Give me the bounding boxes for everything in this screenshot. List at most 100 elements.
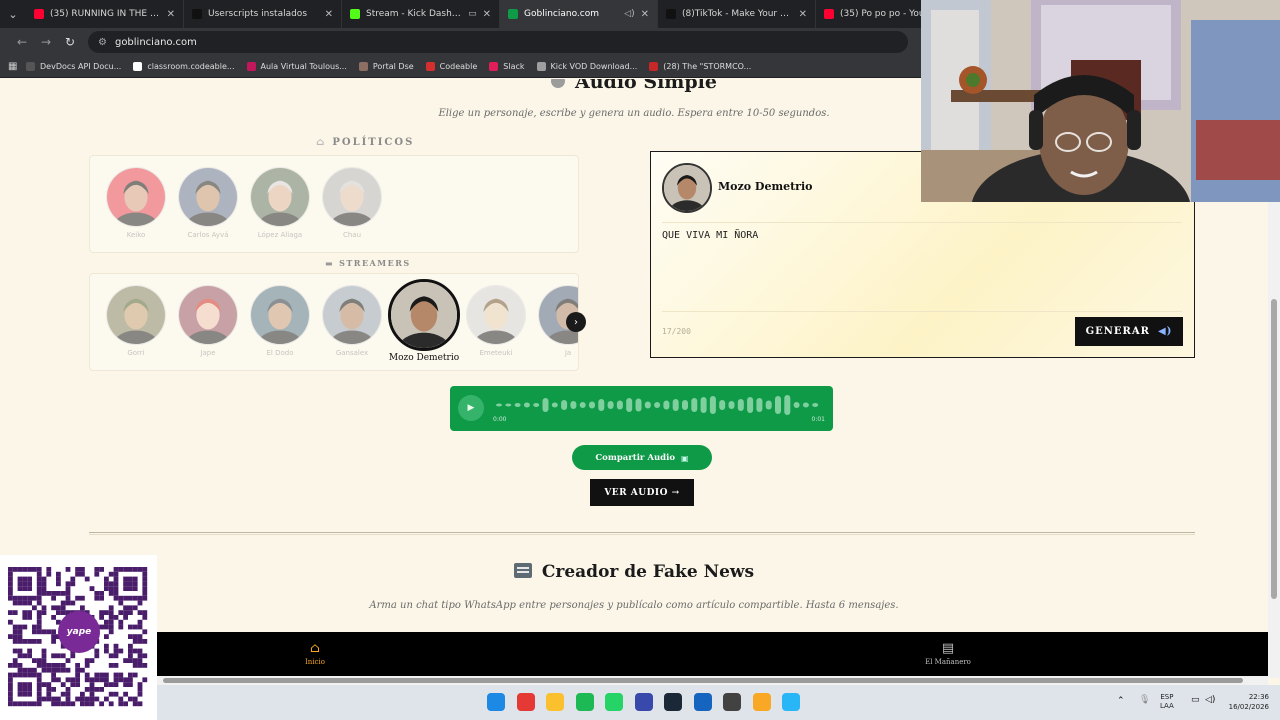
- close-tab-icon[interactable]: ✕: [641, 9, 649, 20]
- bookmark-label: Codeable: [439, 62, 478, 71]
- url-input[interactable]: ⚙ goblinciano.com: [88, 31, 908, 53]
- windows-start-icon[interactable]: [487, 693, 505, 711]
- nav-home[interactable]: ⌂ Inicio: [300, 641, 330, 666]
- character-avatar[interactable]: López Aliaga: [248, 167, 312, 239]
- bookmark-label: DevDocs API Docu...: [40, 62, 122, 71]
- play-icon[interactable]: ▶: [458, 395, 484, 421]
- tab-favicon-icon: [666, 9, 676, 19]
- streamers-group: Gorri Jape El Dodo Gansalex Mozo Demetrio Eme…: [89, 273, 579, 371]
- character-avatar[interactable]: Keiko: [104, 167, 168, 239]
- bookmark-item[interactable]: Kick VOD Download...: [536, 62, 637, 71]
- microphone-icon[interactable]: 🎙: [1139, 695, 1150, 705]
- bookmark-item[interactable]: DevDocs API Docu...: [26, 62, 121, 71]
- app-yellow-icon[interactable]: [752, 693, 771, 711]
- character-avatar[interactable]: Jape: [176, 285, 240, 357]
- spotify-icon[interactable]: [575, 693, 594, 711]
- bookmark-item[interactable]: classroom.codeable...: [133, 62, 235, 71]
- bookmark-item[interactable]: Aula Virtual Toulous...: [246, 62, 347, 71]
- photos-icon[interactable]: [634, 693, 653, 711]
- view-audio-button[interactable]: VER AUDIO →: [590, 479, 694, 506]
- chrome-icon[interactable]: [516, 693, 535, 711]
- tab-search-icon[interactable]: ⌄: [0, 0, 26, 28]
- bookmark-item[interactable]: (28) The "STORMCO...: [649, 62, 751, 71]
- browser-tab[interactable]: Stream - Kick Dashboard ▭ ✕: [342, 0, 500, 28]
- avatar-image: [466, 285, 526, 345]
- horizontal-scrollbar[interactable]: [157, 676, 1268, 685]
- bookmark-favicon-icon: [425, 62, 435, 71]
- gamepad-icon: ▬: [325, 258, 335, 268]
- portrait-image: [251, 168, 309, 226]
- section-divider: [89, 532, 1195, 535]
- system-clock[interactable]: 22:36 16/02/2026: [1225, 692, 1269, 712]
- app-blue-icon[interactable]: [693, 693, 712, 711]
- character-avatar[interactable]: Gansalex: [320, 285, 384, 357]
- character-avatar[interactable]: Gorri: [104, 285, 168, 357]
- newspaper-icon: [513, 563, 532, 578]
- waveform-bar: [514, 403, 521, 407]
- whatsapp-icon[interactable]: [605, 693, 623, 711]
- scrollbar-thumb[interactable]: [163, 678, 1243, 683]
- waveform-bar: [579, 402, 586, 408]
- browser-tab[interactable]: (35) RUNNING IN THE 90'S - Yo ✕: [26, 0, 184, 28]
- bookmark-item[interactable]: Portal Dse: [358, 62, 414, 71]
- avatar-name: Mozo Demetrio: [388, 353, 460, 363]
- character-avatar[interactable]: Chau: [320, 167, 384, 239]
- browser-tab[interactable]: (8)TikTok - Make Your Day ✕: [658, 0, 816, 28]
- waveform-bar: [644, 401, 651, 409]
- site-info-icon[interactable]: ⚙: [98, 37, 107, 48]
- home-icon: ⌂: [310, 641, 320, 656]
- browser-tab[interactable]: Userscripts instalados ✕: [184, 0, 342, 28]
- chevron-up-icon[interactable]: ⌃: [1117, 696, 1125, 706]
- audio-text-input[interactable]: QUE VIVA MI ÑORA: [662, 227, 1182, 307]
- nav-el-mananero[interactable]: ▤ El Mañanero: [920, 641, 976, 666]
- back-icon[interactable]: ←: [10, 35, 34, 49]
- close-tab-icon[interactable]: ✕: [799, 9, 807, 20]
- forward-icon[interactable]: →: [34, 35, 58, 49]
- browser-tab[interactable]: Goblinciano.com ◁) ✕: [500, 0, 658, 28]
- app-lightblue-icon[interactable]: [782, 693, 800, 711]
- waveform-bar: [663, 400, 670, 410]
- tab-favicon-icon: [192, 9, 202, 19]
- reload-icon[interactable]: ↻: [58, 35, 82, 49]
- bookmark-item[interactable]: Slack: [489, 62, 525, 71]
- file-explorer-icon[interactable]: [546, 693, 564, 711]
- language-indicator[interactable]: ESP LAA: [1160, 693, 1174, 711]
- waveform-bar: [551, 402, 558, 408]
- close-tab-icon[interactable]: ✕: [483, 9, 491, 20]
- waveform-bar: [672, 399, 679, 411]
- waveform-bar: [737, 399, 744, 411]
- carousel-next-icon[interactable]: ›: [566, 312, 586, 332]
- waveform-bar: [775, 396, 781, 414]
- close-tab-icon[interactable]: ✕: [325, 9, 333, 20]
- waveform-bar: [607, 401, 614, 409]
- waveform-bar: [691, 398, 698, 412]
- avatar-image: [388, 279, 460, 351]
- obs-icon[interactable]: [723, 693, 741, 711]
- portrait-image: [323, 168, 381, 226]
- volume-icon[interactable]: ◁): [1205, 695, 1215, 705]
- character-avatar[interactable]: Emeteuki: [464, 285, 528, 357]
- waveform[interactable]: [492, 392, 825, 418]
- apps-icon[interactable]: ▦: [8, 61, 26, 72]
- share-audio-button[interactable]: Compartir Audio ▣: [572, 445, 712, 470]
- waveform-bar: [719, 400, 726, 410]
- webcam-feed: [921, 0, 1280, 202]
- webcam-overlay: [921, 0, 1280, 202]
- tab-audio-icon[interactable]: ◁): [624, 9, 634, 19]
- avatar-name: Jape: [200, 349, 216, 357]
- bookmark-item[interactable]: Codeable: [425, 62, 478, 71]
- scrollbar-thumb[interactable]: [1271, 299, 1277, 599]
- waveform-bar: [616, 400, 623, 410]
- character-avatar[interactable]: El Dodo: [248, 285, 312, 357]
- editor-divider: [662, 311, 1182, 312]
- section-title-fake-news: Creador de Fake News: [0, 562, 1268, 582]
- waveform-bar: [709, 396, 716, 414]
- close-tab-icon[interactable]: ✕: [167, 9, 175, 20]
- character-avatar[interactable]: Carlos Ayvá: [176, 167, 240, 239]
- bookmark-favicon-icon: [536, 62, 546, 71]
- network-icon[interactable]: ▭: [1191, 695, 1200, 705]
- steam-icon[interactable]: [664, 693, 682, 711]
- generate-button[interactable]: GENERAR ◀): [1075, 317, 1183, 346]
- newspaper-icon: ▤: [941, 641, 955, 656]
- character-avatar[interactable]: Mozo Demetrio: [386, 279, 462, 363]
